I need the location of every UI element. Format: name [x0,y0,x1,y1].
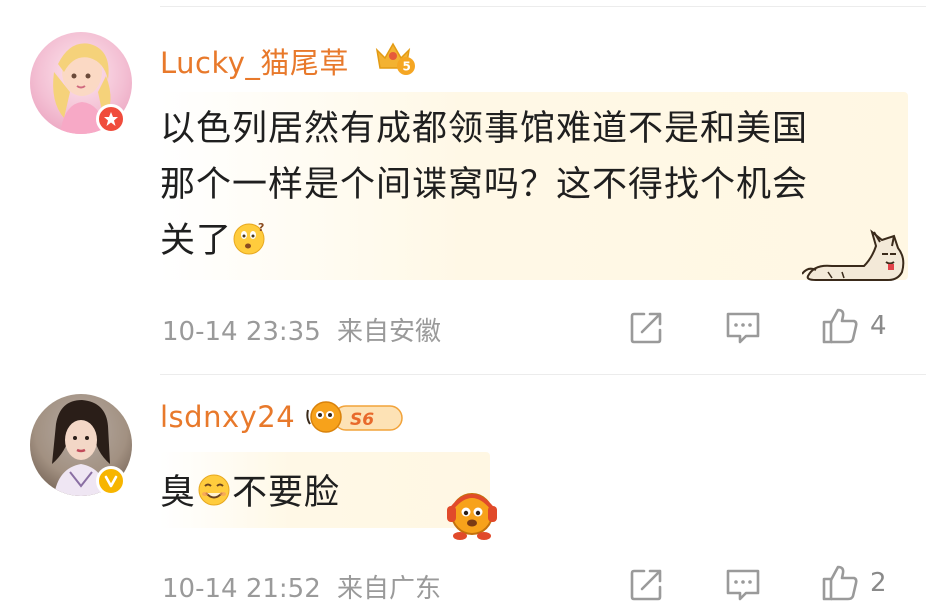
comment-meta: 10-14 23:35 来自安徽 [162,311,441,348]
svg-text:?: ? [258,221,265,234]
verified-badge-icon [96,104,126,134]
confused-face-emoji-icon: ? [232,220,268,265]
comment-time: 10-14 21:52 [162,574,321,604]
share-button[interactable] [628,310,664,346]
thumbs-up-icon [822,308,858,344]
comment-icon [726,569,760,601]
comment-text-line: 以色列居然有成都领事馆难道不是和美国 [160,109,809,149]
top-divider [160,6,926,7]
verified-badge-icon [96,466,126,496]
username[interactable]: lsdnxy24 [160,400,295,434]
like-button[interactable]: 2 [820,563,887,603]
mascot-sticker-icon [444,486,500,546]
comment-button[interactable] [724,310,762,346]
level-number: 5 [403,60,411,74]
svip-level-badge-icon: S6 [306,398,406,440]
comment-text-line: 那个一样是个间谍窝吗？这不得找个机会 [160,165,809,205]
dog-sticker-icon [801,228,912,288]
comment-text-line: 臭 不要脸 [160,464,340,517]
level-number: S6 [350,410,374,430]
comment-time: 10-14 23:35 [162,317,321,347]
comment-icon [726,312,760,344]
share-button[interactable] [628,567,664,603]
comment-divider [160,374,926,375]
comment-button[interactable] [724,567,762,603]
crown-level-badge-icon: 5 [373,38,417,80]
like-count: 4 [870,311,887,341]
comment-location: 来自广东 [337,574,442,604]
share-icon [630,312,662,344]
like-button[interactable]: 4 [820,306,887,346]
comment-meta: 10-14 21:52 来自广东 [162,568,441,605]
comment-location: 来自安徽 [337,317,442,347]
share-icon [630,569,662,601]
like-count: 2 [870,568,887,598]
username[interactable]: Lucky_猫尾草 [160,40,349,82]
smiling-face-emoji-icon [196,472,232,517]
comment-text-line: 关了 ? [160,212,268,265]
thumbs-up-icon [822,565,858,601]
